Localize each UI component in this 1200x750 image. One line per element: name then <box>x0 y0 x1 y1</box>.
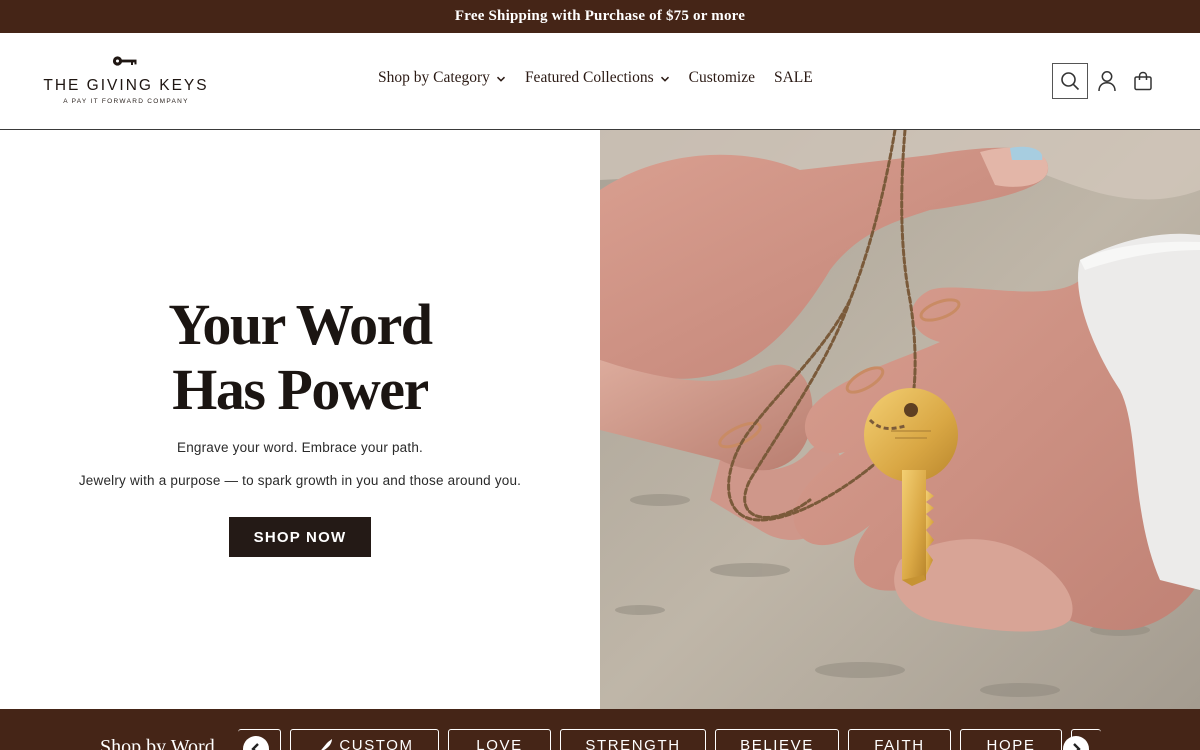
word-pill-label: LOVE <box>476 737 523 750</box>
site-header: THE GIVING KEYS A PAY IT FORWARD COMPANY… <box>0 33 1200 130</box>
key-logo-icon <box>112 56 137 66</box>
word-pill-label: HOPE <box>986 737 1036 750</box>
announcement-bar: Free Shipping with Purchase of $75 or mo… <box>0 0 1200 33</box>
chevron-down-icon <box>660 76 669 82</box>
word-pill-label: BELIEVE <box>740 737 814 750</box>
feather-icon <box>321 739 333 750</box>
word-pill-label: FAITH <box>874 737 925 750</box>
word-pill-label: STRENGTH <box>585 737 681 750</box>
logo-tagline: A PAY IT FORWARD COMPANY <box>63 98 189 105</box>
announcement-text: Free Shipping with Purchase of $75 or mo… <box>454 8 746 24</box>
word-pill-label: CUSTOM <box>339 737 414 750</box>
arrow-left-icon <box>251 743 259 750</box>
shop-now-button[interactable]: SHOP NOW <box>229 517 371 557</box>
nav-featured-collections-label: Featured Collections <box>524 69 654 86</box>
nav-customize-label: Customize <box>688 69 755 86</box>
hero-image <box>600 130 1200 709</box>
word-pill-custom[interactable]: CUSTOM <box>290 729 439 750</box>
header-icons <box>1052 63 1161 99</box>
nav-customize[interactable]: Customize <box>689 69 755 87</box>
hero-title: Your Word Has Power <box>0 292 600 422</box>
nav-featured-collections[interactable]: Featured Collections <box>525 69 670 87</box>
shop-by-word-title: Shop by Word <box>100 736 215 750</box>
chevron-down-icon <box>496 76 505 82</box>
hero-title-line2: Has Power <box>172 357 429 422</box>
nav-sale-label: SALE <box>773 69 813 86</box>
cart-button[interactable] <box>1125 63 1161 99</box>
shop-by-word-bar: Shop by Word CUSTOM LOVE STRENGTH BELIEV… <box>0 709 1200 750</box>
hero-photo-hands-key <box>600 130 1200 709</box>
hero-title-line1: Your Word <box>168 292 433 357</box>
account-button[interactable] <box>1089 63 1125 99</box>
cart-icon <box>1134 71 1152 91</box>
nav-sale[interactable]: SALE <box>774 69 813 87</box>
logo[interactable]: THE GIVING KEYS A PAY IT FORWARD COMPANY <box>40 53 212 109</box>
logo-wordmark: THE GIVING KEYS <box>43 77 209 94</box>
hero-text-panel: Your Word Has Power Engrave your word. E… <box>0 130 600 709</box>
account-icon <box>1098 71 1116 92</box>
word-pill-faith[interactable]: FAITH <box>848 729 951 750</box>
nav-shop-by-category[interactable]: Shop by Category <box>378 69 506 87</box>
arrow-right-icon <box>1073 743 1081 750</box>
word-pill-love[interactable]: LOVE <box>448 729 551 750</box>
word-pill-believe[interactable]: BELIEVE <box>715 729 839 750</box>
search-icon <box>1061 72 1080 91</box>
hero-subtitle-1: Engrave your word. Embrace your path. <box>176 440 424 455</box>
main-nav: Shop by Category Featured Collections Cu… <box>378 69 832 87</box>
search-button[interactable] <box>1052 63 1088 99</box>
word-pill-strength[interactable]: STRENGTH <box>560 729 706 750</box>
word-pill-hope[interactable]: HOPE <box>960 729 1062 750</box>
hero-subtitle-2: Jewelry with a purpose — to spark growth… <box>78 473 522 488</box>
nav-shop-by-category-label: Shop by Category <box>378 69 490 86</box>
